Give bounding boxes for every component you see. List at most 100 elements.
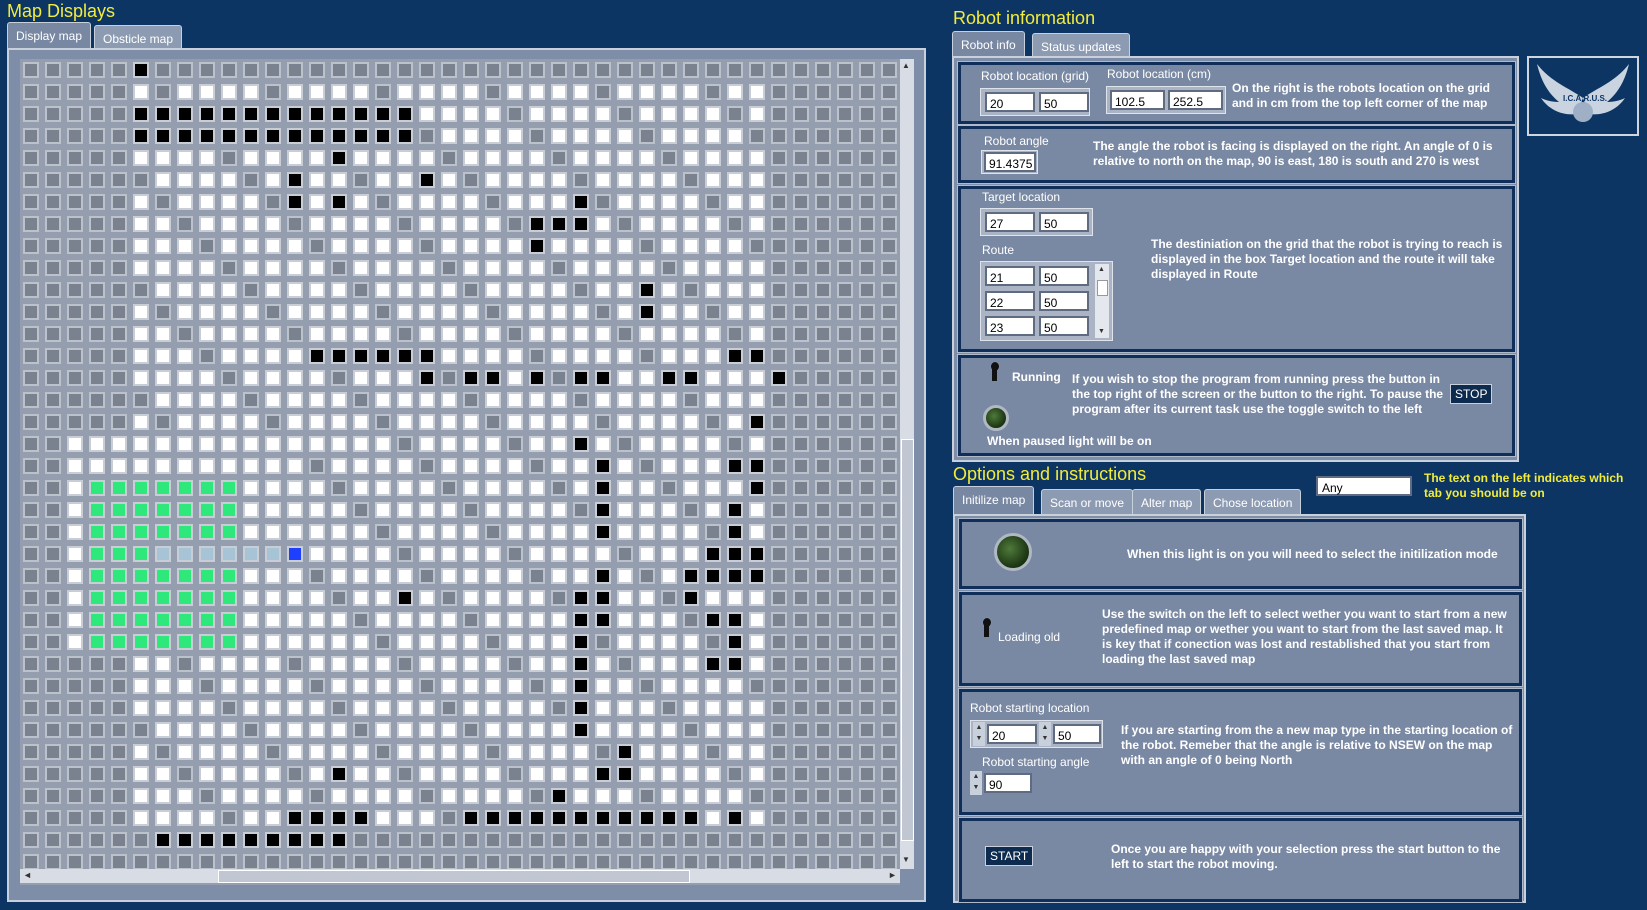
grid-cell [837, 106, 853, 122]
grid-cell [221, 172, 237, 188]
start-button[interactable]: START [985, 846, 1034, 866]
grid-cell [133, 788, 149, 804]
grid-cell [573, 216, 589, 232]
grid-cell [45, 766, 61, 782]
start-location-x-input[interactable]: 20 [987, 724, 1037, 744]
grid-cell [793, 150, 809, 166]
start-x-spinner[interactable]: ▲ ▼ [973, 722, 985, 746]
scroll-right-icon[interactable]: ► [888, 870, 897, 880]
grid-cell [45, 392, 61, 408]
grid-cell [551, 326, 567, 342]
grid-cell [199, 832, 215, 848]
grid-cell [837, 788, 853, 804]
route-scroll-down-icon[interactable]: ▼ [1098, 328, 1105, 335]
grid-cell [727, 634, 743, 650]
grid-cell [243, 722, 259, 738]
grid-cell [771, 194, 787, 210]
grid-cell [771, 502, 787, 518]
map-vertical-scrollbar[interactable]: ▲ ▼ [900, 59, 914, 869]
grid-cell [199, 348, 215, 364]
grid-cell [727, 150, 743, 166]
horizontal-scroll-thumb[interactable] [218, 870, 690, 883]
grid-cell [859, 392, 875, 408]
grid-cell [67, 370, 83, 386]
grid-cell [749, 260, 765, 276]
grid-cell [265, 546, 281, 562]
grid-cell [815, 810, 831, 826]
grid-cell [309, 546, 325, 562]
scroll-up-icon[interactable]: ▲ [902, 61, 910, 70]
grid-cell [397, 370, 413, 386]
vertical-scroll-thumb[interactable] [901, 439, 914, 841]
grid-cell [89, 348, 105, 364]
grid-cell [727, 370, 743, 386]
grid-cell [111, 304, 127, 320]
grid-cell [155, 656, 171, 672]
grid-cell [331, 348, 347, 364]
grid-cell [243, 304, 259, 320]
grid-cell [859, 172, 875, 188]
running-toggle-switch[interactable] [988, 361, 1000, 383]
grid-cell [507, 854, 523, 870]
tab-robot-info[interactable]: Robot info [952, 31, 1025, 59]
route-scroll-up-icon[interactable]: ▲ [1098, 266, 1105, 273]
tab-alter-map[interactable]: Alter map [1132, 489, 1202, 515]
grid-cell [705, 304, 721, 320]
grid-cell [309, 832, 325, 848]
grid-cell [441, 788, 457, 804]
grid-cell [331, 326, 347, 342]
grid-cell [199, 502, 215, 518]
grid-cell [705, 502, 721, 518]
grid-cell [331, 612, 347, 628]
grid-cell [749, 414, 765, 430]
grid-cell [705, 150, 721, 166]
tab-scan-or-move[interactable]: Scan or move [1041, 489, 1134, 515]
grid-cell [551, 260, 567, 276]
grid-cell [793, 568, 809, 584]
grid-cell [749, 150, 765, 166]
grid-cell [375, 656, 391, 672]
grid-cell [859, 128, 875, 144]
grid-cell [507, 172, 523, 188]
grid-cell [243, 678, 259, 694]
grid-cell [485, 348, 501, 364]
grid-cell [661, 194, 677, 210]
tab-initilize-map[interactable]: Initilize map [953, 486, 1035, 514]
start-location-y-input[interactable]: 50 [1053, 724, 1101, 744]
stop-button[interactable]: STOP [1450, 384, 1493, 404]
grid-cell [793, 282, 809, 298]
grid-cell [221, 854, 237, 870]
grid-cell [771, 304, 787, 320]
grid-cell [749, 678, 765, 694]
grid-cell [243, 700, 259, 716]
start-angle-spinner[interactable]: ▲ ▼ [970, 771, 982, 795]
grid-cell [881, 304, 897, 320]
grid-cell [529, 458, 545, 474]
grid-cell [683, 436, 699, 452]
tab-chose-location[interactable]: Chose location [1204, 489, 1302, 515]
grid-cell [595, 62, 611, 78]
grid-cell [177, 326, 193, 342]
grid-cell [45, 656, 61, 672]
start-y-spinner[interactable]: ▲ ▼ [1039, 722, 1051, 746]
loading-toggle-switch[interactable] [980, 617, 992, 639]
scroll-down-icon[interactable]: ▼ [902, 855, 910, 864]
grid-cell [287, 326, 303, 342]
grid-cell [397, 744, 413, 760]
grid-cell [89, 700, 105, 716]
grid-cell [287, 788, 303, 804]
route-scrollbar[interactable]: ▲ ▼ [1095, 264, 1109, 338]
grid-cell [815, 128, 831, 144]
grid-cell [67, 546, 83, 562]
grid-cell [551, 62, 567, 78]
scroll-left-icon[interactable]: ◄ [23, 870, 32, 880]
map-horizontal-scrollbar[interactable]: ◄ ► [20, 869, 900, 883]
grid-cell [67, 414, 83, 430]
grid-cell [639, 106, 655, 122]
grid-cell [859, 84, 875, 100]
route-scroll-thumb[interactable] [1097, 280, 1108, 296]
start-angle-input[interactable]: 90 [984, 773, 1032, 793]
grid-cell [573, 634, 589, 650]
grid-cell [45, 216, 61, 232]
tab-display-map[interactable]: Display map [7, 22, 92, 50]
